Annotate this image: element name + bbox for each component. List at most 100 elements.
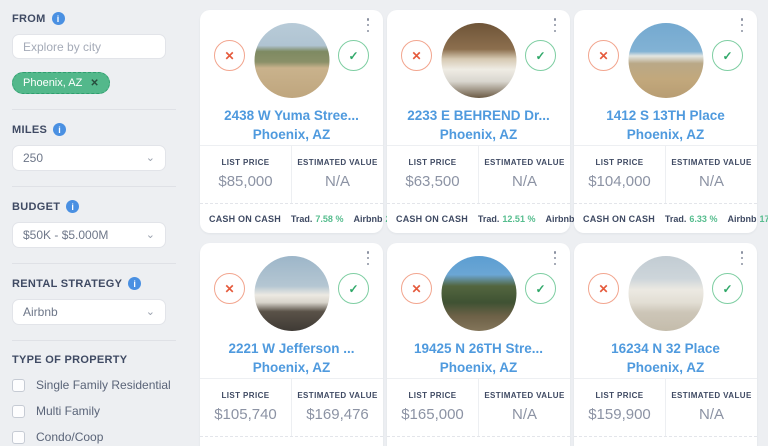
property-photo[interactable] <box>628 256 703 331</box>
reject-property-button[interactable]: ✕ <box>214 273 245 304</box>
accept-property-button[interactable]: ✓ <box>525 40 556 71</box>
estimated-value-label: ESTIMATED VALUE <box>671 391 751 400</box>
kebab-menu-icon[interactable] <box>736 251 748 265</box>
trad-label: Trad. <box>291 214 313 224</box>
estimated-value-value: N/A <box>512 406 537 423</box>
cash-on-cash-bar: CASH ON CASH Trad. 7.58 % Airbnb 22.27 % <box>200 203 383 233</box>
airbnb-label: Airbnb <box>353 214 382 224</box>
miles-label-row: MILES i <box>12 123 178 136</box>
estimated-value-label: ESTIMATED VALUE <box>484 391 564 400</box>
property-address-link[interactable]: 16234 N 32 Place Phoenix, AZ <box>574 339 757 377</box>
list-price-value: $159,900 <box>588 406 651 423</box>
estimated-value-col: ESTIMATED VALUE N/A <box>478 146 570 203</box>
property-photo[interactable] <box>441 256 516 331</box>
reject-property-button[interactable]: ✕ <box>401 273 432 304</box>
city-line: Phoenix, AZ <box>200 125 383 144</box>
budget-label: BUDGET <box>12 201 60 213</box>
estimated-value-col: ESTIMATED VALUE N/A <box>665 379 757 436</box>
address-line: 1412 S 13TH Place <box>574 106 757 125</box>
kebab-menu-icon[interactable] <box>362 18 374 32</box>
property-address-link[interactable]: 2438 W Yuma Stree... Phoenix, AZ <box>200 106 383 144</box>
cash-on-cash-bar <box>387 436 570 446</box>
list-price-value: $104,000 <box>588 173 651 190</box>
chevron-down-icon: ⌄ <box>146 309 155 315</box>
accept-property-button[interactable]: ✓ <box>338 273 369 304</box>
accept-property-button[interactable]: ✓ <box>338 40 369 71</box>
accept-property-button[interactable]: ✓ <box>712 40 743 71</box>
budget-label-row: BUDGET i <box>12 200 178 213</box>
property-address-link[interactable]: 2233 E BEHREND Dr... Phoenix, AZ <box>387 106 570 144</box>
list-price-label: LIST PRICE <box>408 158 456 167</box>
property-card: ✕ ✓ 2233 E BEHREND Dr... Phoenix, AZ LIS… <box>387 10 570 233</box>
property-photo[interactable] <box>254 256 329 331</box>
list-price-col: LIST PRICE $63,500 <box>387 146 478 203</box>
property-photo[interactable] <box>254 23 329 98</box>
info-icon[interactable]: i <box>52 12 65 25</box>
rental-strategy-label: RENTAL STRATEGY <box>12 278 122 290</box>
miles-value: 250 <box>23 151 43 165</box>
price-bar: LIST PRICE $165,000 ESTIMATED VALUE N/A <box>387 378 570 436</box>
list-price-label: LIST PRICE <box>221 158 269 167</box>
checkbox-label: Single Family Residential <box>36 378 171 392</box>
trad-coc-value: 6.33 % <box>689 214 717 224</box>
list-price-value: $85,000 <box>218 173 272 190</box>
city-line: Phoenix, AZ <box>387 125 570 144</box>
cash-on-cash-label: CASH ON CASH <box>583 214 655 224</box>
kebab-menu-icon[interactable] <box>549 251 561 265</box>
checkbox-box[interactable] <box>12 379 25 392</box>
property-address-link[interactable]: 19425 N 26TH Stre... Phoenix, AZ <box>387 339 570 377</box>
kebab-menu-icon[interactable] <box>736 18 748 32</box>
property-results-grid: ✕ ✓ 2438 W Yuma Stree... Phoenix, AZ LIS… <box>200 10 757 446</box>
estimated-value-col: ESTIMATED VALUE N/A <box>665 146 757 203</box>
property-address-link[interactable]: 1412 S 13TH Place Phoenix, AZ <box>574 106 757 144</box>
budget-select[interactable]: $50K - $5.000M ⌄ <box>12 222 166 248</box>
list-price-col: LIST PRICE $159,900 <box>574 379 665 436</box>
airbnb-coc-value: 17.72 % <box>759 214 768 224</box>
property-card: ✕ ✓ 1412 S 13TH Place Phoenix, AZ LIST P… <box>574 10 757 233</box>
property-card: ✕ ✓ 2221 W Jefferson ... Phoenix, AZ LIS… <box>200 243 383 446</box>
kebab-menu-icon[interactable] <box>362 251 374 265</box>
list-price-value: $63,500 <box>405 173 459 190</box>
city-search-input[interactable] <box>12 34 166 59</box>
checkbox-multi-family[interactable]: Multi Family <box>12 404 178 418</box>
checkbox-condo-coop[interactable]: Condo/Coop <box>12 430 178 444</box>
cash-on-cash-bar: CASH ON CASH Trad. 12.51 % Airbnb 19.22 … <box>387 203 570 233</box>
accept-property-button[interactable]: ✓ <box>712 273 743 304</box>
trad-label: Trad. <box>665 214 687 224</box>
estimated-value-value: N/A <box>325 173 350 190</box>
estimated-value-col: ESTIMATED VALUE $169,476 <box>291 379 383 436</box>
remove-tag-icon[interactable]: ✕ <box>90 78 98 89</box>
checkbox-single-family[interactable]: Single Family Residential <box>12 378 178 392</box>
trad-label: Trad. <box>478 214 500 224</box>
city-line: Phoenix, AZ <box>200 358 383 377</box>
info-icon[interactable]: i <box>66 200 79 213</box>
accept-property-button[interactable]: ✓ <box>525 273 556 304</box>
checkbox-box[interactable] <box>12 405 25 418</box>
city-line: Phoenix, AZ <box>574 125 757 144</box>
kebab-menu-icon[interactable] <box>549 18 561 32</box>
checkbox-label: Multi Family <box>36 404 100 418</box>
trad-coc-value: 12.51 % <box>502 214 535 224</box>
airbnb-label: Airbnb <box>727 214 756 224</box>
checkbox-label: Condo/Coop <box>36 430 103 444</box>
city-line: Phoenix, AZ <box>574 358 757 377</box>
sidebar-divider <box>12 340 176 341</box>
address-line: 2438 W Yuma Stree... <box>200 106 383 125</box>
property-type-options: Single Family Residential Multi Family C… <box>12 378 178 446</box>
info-icon[interactable]: i <box>128 277 141 290</box>
list-price-col: LIST PRICE $105,740 <box>200 379 291 436</box>
property-address-link[interactable]: 2221 W Jefferson ... Phoenix, AZ <box>200 339 383 377</box>
city-tag[interactable]: Phoenix, AZ ✕ <box>12 72 110 94</box>
reject-property-button[interactable]: ✕ <box>401 40 432 71</box>
checkbox-box[interactable] <box>12 431 25 444</box>
reject-property-button[interactable]: ✕ <box>588 273 619 304</box>
reject-property-button[interactable]: ✕ <box>588 40 619 71</box>
chevron-down-icon: ⌄ <box>146 155 155 161</box>
miles-select[interactable]: 250 ⌄ <box>12 145 166 171</box>
property-photo[interactable] <box>628 23 703 98</box>
address-line: 16234 N 32 Place <box>574 339 757 358</box>
reject-property-button[interactable]: ✕ <box>214 40 245 71</box>
property-photo[interactable] <box>441 23 516 98</box>
info-icon[interactable]: i <box>53 123 66 136</box>
rental-strategy-select[interactable]: Airbnb ⌄ <box>12 299 166 325</box>
